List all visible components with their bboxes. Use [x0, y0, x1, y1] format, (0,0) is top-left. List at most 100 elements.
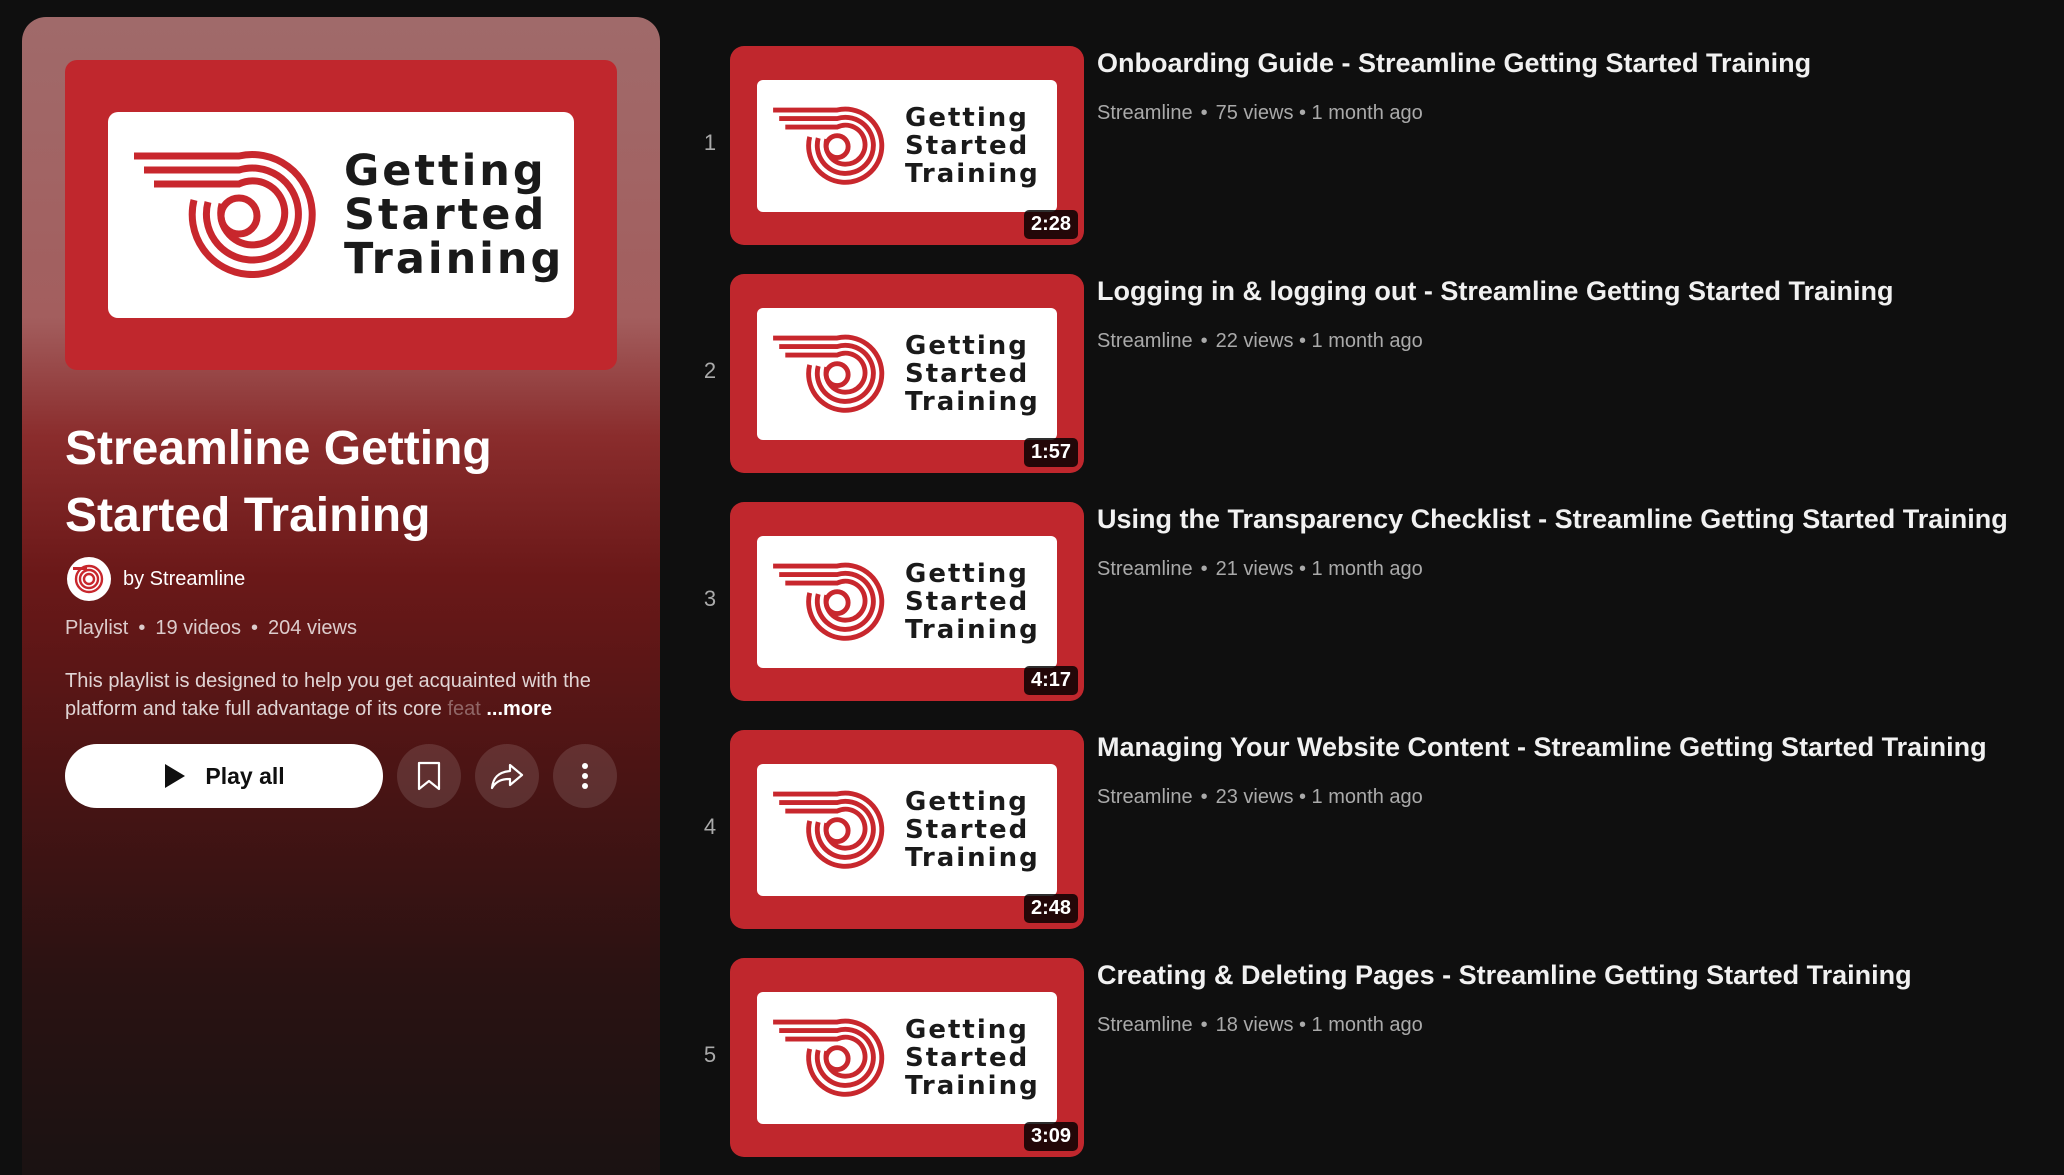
meta-separator: •	[1200, 102, 1208, 124]
thumbnail-text: Getting Started Training	[905, 104, 1040, 188]
streamline-logo-icon	[773, 790, 885, 869]
owner-name[interactable]: by Streamline	[123, 568, 245, 591]
thumbnail-text: Getting Started Training	[905, 1016, 1040, 1100]
thumbnail-card: Getting Started Training	[757, 991, 1057, 1124]
thumbnail-text: Getting Started Training	[905, 560, 1040, 644]
thumbnail-text-line: Started	[905, 130, 1030, 161]
duration-badge: 3:09	[1023, 1122, 1078, 1151]
playlist-type: Playlist	[65, 617, 129, 639]
avatar[interactable]	[67, 557, 111, 601]
more-vert-icon	[582, 763, 588, 789]
thumbnail-text-line: Training	[344, 234, 565, 284]
thumbnail-text-line: Getting	[344, 146, 547, 196]
video-stats: 75 views • 1 month ago	[1215, 102, 1423, 124]
meta-separator: •	[1200, 558, 1208, 580]
video-meta: Streamline • 23 views • 1 month ago	[1097, 786, 1423, 809]
list-item[interactable]: 5 Getting Started Training 3:09 Creating…	[680, 912, 2064, 1157]
playlist-owner[interactable]: by Streamline	[67, 557, 245, 601]
video-stats: 23 views • 1 month ago	[1215, 786, 1423, 808]
thumbnail-card: Getting Started Training	[108, 112, 574, 318]
streamline-logo-icon	[773, 1018, 885, 1097]
play-all-label: Play all	[205, 762, 285, 789]
view-count: 204 views	[268, 617, 357, 639]
channel-name[interactable]: Streamline	[1097, 558, 1193, 581]
list-item[interactable]: 3 Getting Started Training 4:17 Using th…	[680, 456, 2064, 701]
thumbnail-text-line: Training	[905, 842, 1040, 873]
thumbnail-text-line: Getting	[905, 786, 1029, 817]
thumbnail-text-line: Training	[905, 1070, 1040, 1101]
channel-name[interactable]: Streamline	[1097, 330, 1193, 353]
thumbnail-text: Getting Started Training	[344, 149, 564, 281]
channel-name[interactable]: Streamline	[1097, 1014, 1193, 1037]
video-title[interactable]: Creating & Deleting Pages - Streamline G…	[1097, 960, 1912, 991]
thumbnail-text-line: Training	[905, 158, 1040, 189]
meta-separator: •	[1200, 786, 1208, 808]
video-stats: 18 views • 1 month ago	[1215, 1014, 1423, 1036]
thumbnail-text-line: Started	[905, 358, 1030, 389]
list-item[interactable]: 1 Getting Started Training 2:28 Onboardi…	[680, 0, 2064, 245]
thumbnail-text-line: Started	[905, 1042, 1030, 1073]
playlist-page: Getting Started Training Streamline Gett…	[0, 0, 2064, 1175]
save-button[interactable]	[397, 744, 461, 808]
video-title[interactable]: Managing Your Website Content - Streamli…	[1097, 732, 1987, 763]
thumbnail-card: Getting Started Training	[757, 79, 1057, 212]
video-index: 3	[703, 586, 717, 611]
thumbnail-text: Getting Started Training	[905, 788, 1040, 872]
video-stats: 21 views • 1 month ago	[1215, 558, 1423, 580]
meta-separator: •	[251, 617, 259, 639]
meta-separator: •	[138, 617, 146, 639]
video-index: 2	[703, 358, 717, 383]
video-index: 5	[703, 1042, 717, 1067]
playlist-header-panel: Getting Started Training Streamline Gett…	[22, 17, 660, 1175]
video-thumbnail[interactable]: Getting Started Training 4:17	[730, 502, 1084, 701]
bookmark-icon	[417, 761, 441, 791]
more-actions-button[interactable]	[553, 744, 617, 808]
thumbnail-text-line: Started	[905, 586, 1030, 617]
video-thumbnail[interactable]: Getting Started Training 1:57	[730, 274, 1084, 473]
thumbnail-card: Getting Started Training	[757, 763, 1057, 896]
video-meta: Streamline • 75 views • 1 month ago	[1097, 102, 1423, 125]
video-meta: Streamline • 21 views • 1 month ago	[1097, 558, 1423, 581]
more-link[interactable]: ...more	[486, 698, 552, 720]
playlist-meta: Playlist • 19 videos • 204 views	[65, 617, 357, 640]
streamline-logo-icon	[773, 562, 885, 641]
playlist-thumbnail[interactable]: Getting Started Training	[65, 60, 617, 370]
thumbnail-card: Getting Started Training	[757, 535, 1057, 668]
video-title[interactable]: Logging in & logging out - Streamline Ge…	[1097, 276, 1893, 307]
video-title[interactable]: Using the Transparency Checklist - Strea…	[1097, 504, 2008, 535]
streamline-logo-icon	[773, 106, 885, 185]
share-button[interactable]	[475, 744, 539, 808]
channel-name[interactable]: Streamline	[1097, 786, 1193, 809]
play-all-button[interactable]: Play all	[65, 744, 383, 808]
streamline-logo-icon	[134, 151, 316, 279]
list-item[interactable]: 2 Getting Started Training 1:57 Logging …	[680, 228, 2064, 473]
streamline-logo-icon	[73, 564, 104, 594]
video-title[interactable]: Onboarding Guide - Streamline Getting St…	[1097, 48, 1811, 79]
thumbnail-text-line: Training	[905, 386, 1040, 417]
meta-separator: •	[1200, 1014, 1208, 1036]
thumbnail-text-line: Started	[905, 814, 1030, 845]
video-count: 19 videos	[155, 617, 241, 639]
video-meta: Streamline • 22 views • 1 month ago	[1097, 330, 1423, 353]
playlist-description: This playlist is designed to help you ge…	[65, 667, 625, 723]
description-fade: feat	[441, 698, 481, 720]
play-icon	[165, 764, 186, 788]
playlist-title: Streamline Getting Started Training	[65, 422, 492, 542]
thumbnail-text-line: Started	[344, 190, 548, 240]
video-thumbnail[interactable]: Getting Started Training 2:48	[730, 730, 1084, 929]
video-index: 1	[703, 130, 717, 155]
video-thumbnail[interactable]: Getting Started Training 3:09	[730, 958, 1084, 1157]
thumbnail-text-line: Training	[905, 614, 1040, 645]
thumbnail-text: Getting Started Training	[905, 332, 1040, 416]
thumbnail-card: Getting Started Training	[757, 307, 1057, 440]
share-icon	[490, 763, 524, 790]
thumbnail-text-line: Getting	[905, 330, 1029, 361]
video-thumbnail[interactable]: Getting Started Training 2:28	[730, 46, 1084, 245]
list-item[interactable]: 4 Getting Started Training 2:48 Managing…	[680, 684, 2064, 929]
video-meta: Streamline • 18 views • 1 month ago	[1097, 1014, 1423, 1037]
video-index: 4	[703, 814, 717, 839]
thumbnail-text-line: Getting	[905, 1014, 1029, 1045]
thumbnail-text-line: Getting	[905, 558, 1029, 589]
channel-name[interactable]: Streamline	[1097, 102, 1193, 125]
video-stats: 22 views • 1 month ago	[1215, 330, 1423, 352]
